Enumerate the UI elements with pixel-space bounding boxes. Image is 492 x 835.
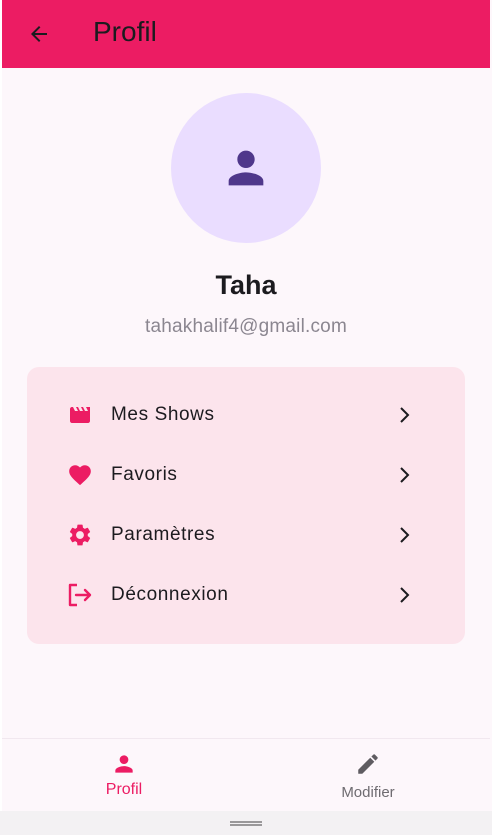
menu-item-favoris[interactable]: Favoris — [27, 447, 465, 503]
nav-item-modifier[interactable]: Modifier — [246, 739, 490, 811]
avatar — [171, 93, 321, 243]
edit-pencil-icon — [246, 751, 490, 777]
chevron-right-icon — [397, 524, 413, 546]
menu-item-label: Paramètres — [111, 524, 216, 545]
menu-item-mes-shows[interactable]: Mes Shows — [27, 387, 465, 443]
heart-icon — [66, 463, 94, 487]
left-edge — [0, 0, 2, 835]
nav-label: Modifier — [341, 784, 395, 801]
menu-item-label: Mes Shows — [111, 404, 215, 425]
chevron-right-icon — [397, 464, 413, 486]
person-icon — [228, 150, 264, 186]
back-button[interactable] — [24, 20, 54, 48]
profile-name: Taha — [215, 270, 277, 300]
chevron-right-icon — [397, 584, 413, 606]
menu-item-label: Déconnexion — [111, 584, 229, 605]
menu-item-parametres[interactable]: Paramètres — [27, 507, 465, 563]
bottom-navigation: Profil Modifier — [2, 738, 490, 811]
gesture-handle[interactable] — [230, 821, 262, 826]
nav-label: Profil — [105, 781, 143, 798]
profile-email: tahakhalif4@gmail.com — [145, 316, 347, 337]
nav-item-profil[interactable]: Profil — [2, 739, 246, 811]
person-icon — [2, 751, 246, 777]
menu-card: Mes Shows Favoris Paramètres Déconnexion — [27, 367, 465, 644]
chevron-right-icon — [397, 404, 413, 426]
menu-item-deconnexion[interactable]: Déconnexion — [27, 567, 465, 623]
movie-icon — [66, 403, 94, 427]
logout-icon — [66, 583, 94, 607]
gesture-bar — [0, 811, 492, 835]
app-bar: Profil — [2, 0, 490, 68]
page-title: Profil — [93, 16, 157, 47]
settings-gear-icon — [66, 523, 94, 547]
arrow-back-icon — [31, 26, 47, 42]
menu-item-label: Favoris — [111, 464, 178, 485]
